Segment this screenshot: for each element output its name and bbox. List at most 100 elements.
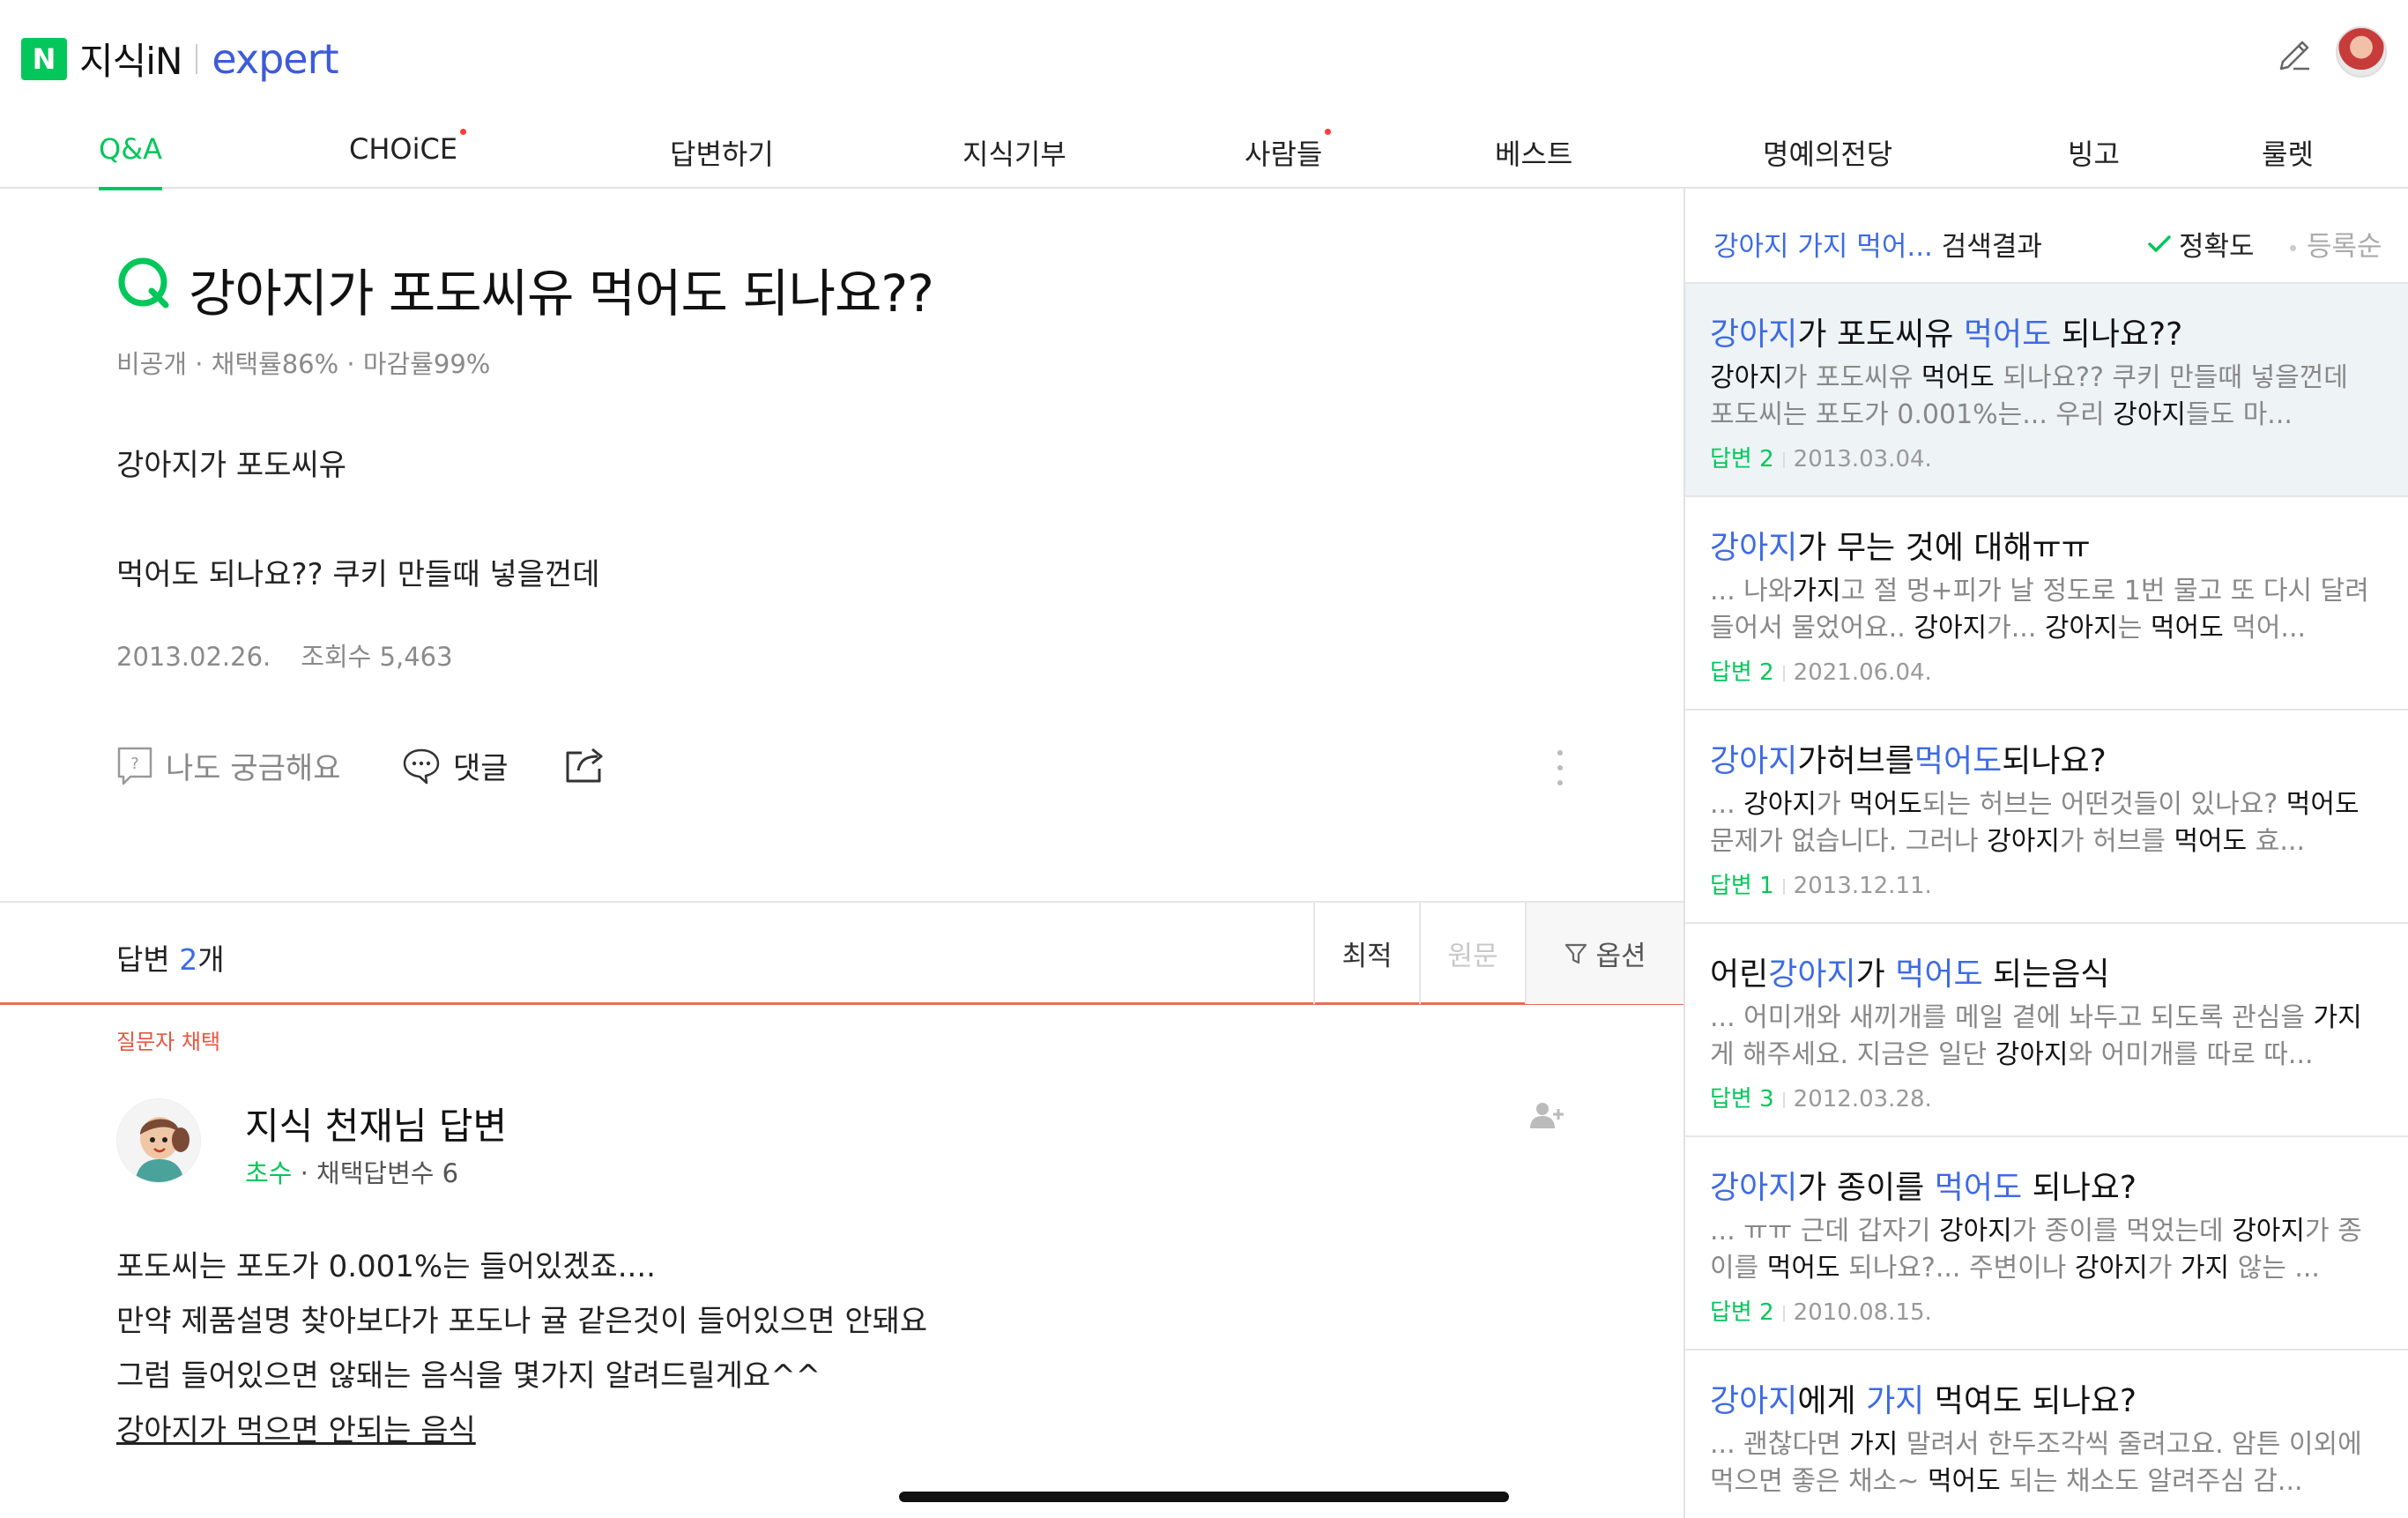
comment-label: 댓글 [453,751,509,786]
answerer-chosen-count: · 채택답변수 6 [292,1158,459,1188]
answers-count-number: 2 [179,942,198,977]
sort-date-button[interactable]: 등록순 [2290,224,2382,264]
tab-roulette[interactable]: 룰렛 [2262,132,2314,173]
logo-divider [196,43,198,74]
tab-qna[interactable]: Q&A [99,132,163,190]
filter-icon [1565,943,1587,964]
naver-logo: N [21,37,67,80]
home-indicator[interactable] [899,1492,1509,1502]
add-friend-icon[interactable] [1528,1100,1567,1132]
search-keyword[interactable]: 강아지 가지 먹어... [1713,231,1933,263]
result-snippet: ... 강아지가 먹어도되는 허브는 어떤것들이 있나요? 먹어도 문제가 없습… [1710,789,2360,857]
write-icon[interactable] [2274,35,2315,76]
result-footer: 답변 2 2021.06.04. [1710,654,1932,687]
curious-label: 나도 궁금해요 [166,751,341,786]
result-answer-count: 답변 3 [1710,1086,1774,1112]
result-title: 강아지가 포도씨유 먹어도 되나요?? [1710,316,2183,353]
tab-answer[interactable]: 답변하기 [670,132,774,173]
sort-accuracy-label: 정확도 [2179,231,2255,263]
answerer-avatar[interactable] [116,1098,201,1183]
more-options-icon[interactable] [1553,746,1567,790]
answerer-meta: 초수 · 채택답변수 6 [245,1153,458,1190]
result-item[interactable]: 강아지가 종이를 먹어도 되나요? ... ㅠㅠ 근데 갑자기 강아지가 종이를… [1685,1137,2408,1351]
answers-count-prefix: 답변 [116,942,180,977]
top-header: N 지식iN expert [0,0,2408,106]
result-date: 2021.06.04. [1793,659,1932,686]
question-meta: 비공개 · 채택률86% · 마감률99% [116,349,491,379]
share-button[interactable] [564,744,619,785]
answer-line: 그럼 들어있으면 않돼는 음식을 몇가지 알려드릴게요^^ [116,1358,821,1394]
answerer-grade[interactable]: 초수 [245,1158,292,1188]
new-dot [460,129,467,135]
result-title: 강아지가 무는 것에 대해ㅠㅠ [1710,530,2091,566]
search-query: 강아지 가지 먹어... 검색결과 [1713,224,2042,264]
sidebar-header: 강아지 가지 먹어... 검색결과 정확도 등록순 [1685,189,2408,284]
result-date: 2013.03.04. [1793,446,1932,473]
sort-accuracy-button[interactable]: 정확도 [2147,224,2255,264]
answer-line: 포도씨는 포도가 0.001%는 들어있겠죠.... [116,1249,656,1284]
tab-label: 명예의전당 [1763,138,1893,171]
expert-link[interactable]: expert [212,35,338,83]
main-nav: Q&A CHOiCE 답변하기 지식기부 사람들 베스트 명예의전당 빙고 룰렛 [0,115,2408,190]
result-snippet: ... 괜찮다면 가지 말려서 한두조각씩 줄려고요. 암튼 이외에 먹으면 좋… [1710,1429,2362,1497]
question-actions: ? 나도 궁금해요 댓글 [116,744,1615,793]
tab-best[interactable]: 베스트 [1495,132,1572,173]
character-avatar-icon [117,1099,200,1182]
sort-best-button[interactable]: 최적 [1313,903,1419,1004]
question-body-line: 강아지가 포도씨유 [116,448,347,483]
tab-label: 지식기부 [962,138,1067,171]
question-bubble-icon: ? [117,747,152,785]
result-answer-count: 답변 2 [1710,446,1774,473]
result-item[interactable]: 강아지가 포도씨유 먹어도 되나요?? 강아지가 포도씨유 먹어도 되나요?? … [1685,284,2408,497]
answers-bar: 답변 2개 최적 원문 옵션 [0,901,1683,1005]
result-title: 강아지가허브를먹어도되나요? [1710,743,2107,779]
result-title: 강아지에게 가지 먹여도 되나요? [1710,1383,2137,1419]
result-footer: 답변 2 2013.03.04. [1710,441,1932,473]
tab-label: 룰렛 [2262,138,2314,171]
question-icon [118,257,169,309]
logo[interactable]: N 지식iN expert [21,32,339,86]
result-item[interactable]: 강아지가 무는 것에 대해ㅠㅠ ... 나와가지고 절 멍+피가 날 정도로 1… [1685,497,2408,711]
tab-people[interactable]: 사람들 [1245,129,1332,173]
options-label: 옵션 [1595,941,1646,972]
result-date: 2013.12.11. [1793,873,1932,899]
result-footer: 답변 3 2012.03.28. [1710,1081,1932,1113]
result-answer-count: 답변 2 [1710,1299,1774,1326]
tab-label: CHOiCE [349,132,458,166]
related-results-sidebar: 강아지 가지 먹어... 검색결과 정확도 등록순 강아지가 포도씨유 먹어도 … [1683,189,2408,1518]
result-answer-count: 답변 1 [1710,873,1774,899]
share-icon [566,748,603,783]
answers-count: 답변 2개 [116,936,225,979]
tab-bingo[interactable]: 빙고 [2068,132,2120,173]
tab-label: 답변하기 [670,138,774,171]
answerer-name: 지식 천재님 답변 [245,1105,508,1148]
chosen-badge: 질문자 채택 [116,1030,221,1054]
result-snippet: 강아지가 포도씨유 먹어도 되나요?? 쿠키 만들때 넣을껀데 포도씨는 포도가… [1710,362,2348,430]
tab-hall-of-fame[interactable]: 명예의전당 [1763,132,1892,173]
user-avatar[interactable] [2336,26,2387,78]
result-snippet: ... ㅠㅠ 근데 갑자기 강아지가 종이를 먹었는데 강아지가 종이를 먹어도… [1710,1216,2362,1284]
result-item[interactable]: 강아지에게 가지 먹여도 되나요? ... 괜찮다면 가지 말려서 한두조각씩 … [1685,1351,2408,1518]
answer-line: 만약 제품설명 찾아보다가 포도나 귤 같은것이 들어있으면 안돼요 [116,1304,928,1339]
sort-original-button[interactable]: 원문 [1419,903,1525,1004]
answer-body: 포도씨는 포도가 0.001%는 들어있겠죠.... 만약 제품설명 찾아보다가… [116,1239,927,1458]
question-date: 2013.02.26. [116,642,271,672]
tab-label: Q&A [99,132,163,166]
question-title: 강아지가 포도씨유 먹어도 되나요?? [189,264,934,324]
curious-button[interactable]: ? 나도 궁금해요 [116,744,341,787]
comment-icon [403,748,440,784]
result-date: 2010.08.15. [1793,1299,1932,1326]
tab-donate[interactable]: 지식기부 [962,132,1067,173]
check-icon [2148,234,2171,252]
new-dot [1325,129,1332,135]
question-panel: 강아지가 포도씨유 먹어도 되나요?? 비공개 · 채택률86% · 마감률99… [0,189,1683,1518]
result-item[interactable]: 강아지가허브를먹어도되나요? ... 강아지가 먹어도되는 허브는 어떤것들이 … [1685,711,2408,924]
comment-button[interactable]: 댓글 [402,744,509,787]
result-item[interactable]: 어린강아지가 먹어도 되는음식 ... 어미개와 새끼개를 메일 곁에 놔두고 … [1685,924,2408,1137]
svg-text:?: ? [130,755,139,773]
options-button[interactable]: 옵션 [1525,903,1683,1004]
tab-choice[interactable]: CHOiCE [349,129,467,166]
result-title: 강아지가 종이를 먹어도 되나요? [1710,1170,2137,1206]
answer-link[interactable]: 강아지가 먹으면 안되는 음식 [116,1403,927,1458]
result-title: 어린강아지가 먹어도 되는음식 [1710,956,2110,993]
